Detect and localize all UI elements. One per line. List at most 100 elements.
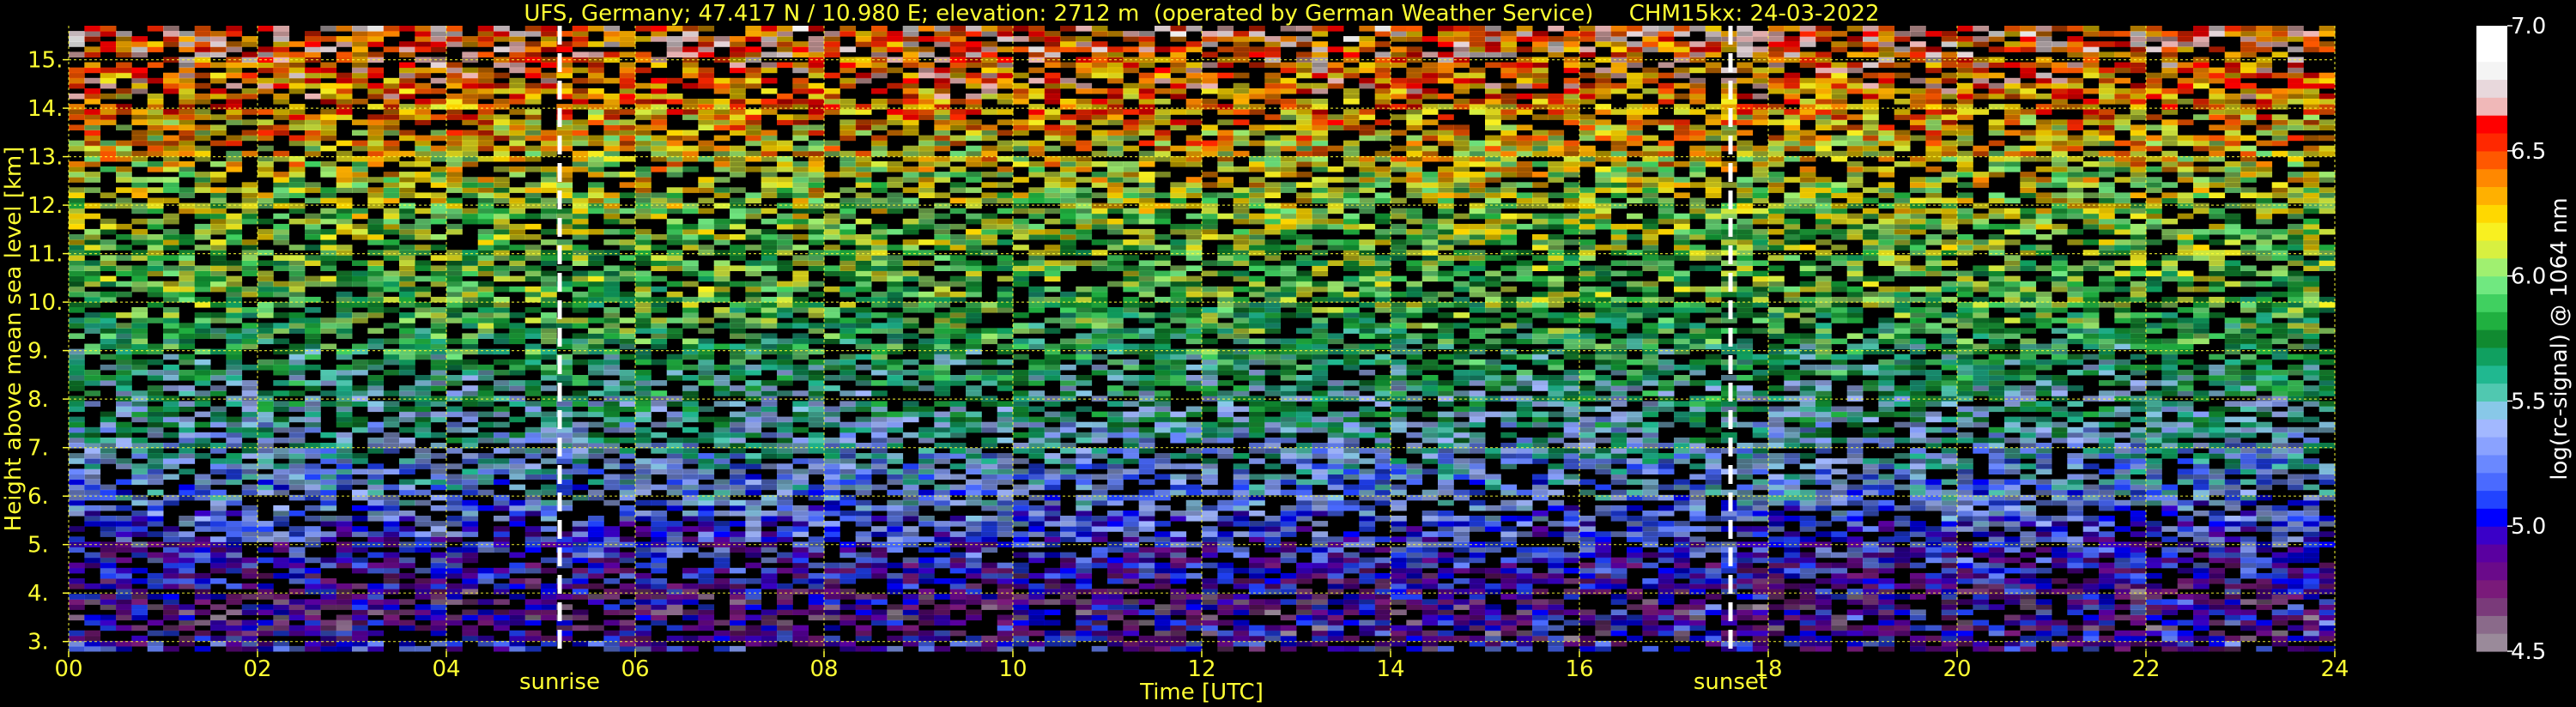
heatmap-cell: [918, 328, 935, 334]
heatmap-cell: [713, 375, 730, 381]
heatmap-cell: [241, 421, 258, 428]
heatmap-cell: [446, 281, 463, 287]
heatmap-cell: [588, 333, 604, 339]
heatmap-cell: [713, 432, 730, 438]
heatmap-cell: [147, 286, 164, 293]
heatmap-cell: [541, 36, 557, 42]
heatmap-cell: [100, 202, 117, 209]
heatmap-cell: [541, 594, 557, 600]
heatmap-cell: [603, 604, 621, 610]
heatmap-cell: [305, 130, 321, 136]
heatmap-cell: [320, 208, 337, 215]
heatmap-cell: [477, 567, 494, 574]
heatmap-cell: [273, 302, 290, 308]
heatmap-cell: [588, 302, 604, 308]
heatmap-cell: [305, 489, 321, 496]
heatmap-cell: [336, 72, 353, 79]
heatmap-cell: [966, 583, 982, 589]
heatmap-cell: [666, 411, 683, 418]
heatmap-cell: [824, 359, 840, 366]
heatmap-cell: [494, 239, 510, 245]
heatmap-cell: [730, 208, 746, 215]
heatmap-cell: [682, 26, 699, 32]
heatmap-cell: [194, 323, 211, 329]
heatmap-cell: [730, 443, 746, 449]
heatmap-cell: [666, 46, 683, 52]
heatmap-cell: [273, 516, 290, 522]
heatmap-cell: [147, 426, 164, 433]
heatmap-cell: [792, 562, 809, 569]
heatmap-cell: [839, 562, 857, 569]
heatmap-cell: [383, 270, 400, 277]
heatmap-cell: [934, 140, 951, 147]
heatmap-cell: [367, 583, 385, 589]
heatmap-cell: [116, 51, 132, 57]
heatmap-cell: [698, 177, 715, 183]
heatmap-cell: [509, 31, 526, 37]
heatmap-cell: [131, 635, 148, 642]
heatmap-cell: [367, 609, 385, 615]
heatmap-cell: [666, 228, 683, 235]
heatmap-cell: [792, 192, 809, 198]
heatmap-cell: [777, 202, 793, 209]
heatmap-cell: [745, 614, 762, 621]
heatmap-cell: [462, 630, 479, 637]
heatmap-cell: [273, 521, 290, 527]
heatmap-cell: [635, 94, 652, 100]
heatmap-cell: [430, 401, 447, 407]
heatmap-cell: [887, 338, 904, 345]
heatmap-cell: [131, 567, 148, 574]
heatmap-cell: [509, 119, 526, 125]
heatmap-cell: [902, 88, 919, 94]
heatmap-cell: [226, 416, 243, 423]
heatmap-cell: [462, 41, 479, 47]
heatmap-cell: [887, 265, 904, 271]
heatmap-cell: [320, 323, 337, 329]
heatmap-cell: [777, 223, 793, 230]
heatmap-cell: [934, 223, 951, 230]
heatmap-cell: [556, 46, 573, 52]
heatmap-cell: [619, 270, 636, 277]
heatmap-cell: [430, 453, 447, 459]
heatmap-cell: [352, 489, 368, 496]
heatmap-cell: [603, 406, 621, 413]
heatmap-cell: [194, 333, 211, 339]
heatmap-cell: [84, 348, 101, 355]
heatmap-cell: [462, 323, 479, 329]
heatmap-cell: [730, 364, 746, 371]
heatmap-cell: [966, 390, 982, 396]
heatmap-cell: [902, 531, 919, 537]
heatmap-cell: [934, 609, 951, 615]
heatmap-cell: [430, 62, 447, 69]
heatmap-cell: [824, 505, 840, 511]
heatmap-cell: [462, 526, 479, 532]
heatmap-cell: [258, 432, 274, 438]
heatmap-cell: [446, 552, 463, 559]
heatmap-cell: [336, 323, 353, 329]
heatmap-cell: [824, 99, 840, 105]
heatmap-cell: [69, 67, 85, 74]
heatmap-cell: [666, 155, 683, 162]
heatmap-cell: [902, 26, 919, 32]
heatmap-cell: [855, 130, 872, 136]
heatmap-cell: [651, 526, 668, 532]
heatmap-cell: [524, 213, 542, 220]
heatmap-cell: [163, 323, 179, 329]
heatmap-cell: [666, 484, 683, 491]
heatmap-cell: [871, 359, 888, 366]
heatmap-cell: [116, 46, 132, 52]
heatmap-cell: [871, 343, 888, 350]
heatmap-cell: [572, 281, 589, 287]
heatmap-cell: [84, 161, 101, 167]
heatmap-cell: [509, 323, 526, 329]
heatmap-cell: [635, 187, 652, 193]
heatmap-cell: [147, 77, 164, 84]
heatmap-cell: [288, 645, 306, 652]
heatmap-cell: [871, 67, 888, 74]
heatmap-cell: [792, 77, 809, 84]
heatmap-cell: [116, 172, 132, 178]
heatmap-cell: [730, 359, 746, 366]
heatmap-cell: [258, 437, 274, 444]
heatmap-cell: [69, 187, 85, 193]
heatmap-cell: [399, 260, 415, 266]
